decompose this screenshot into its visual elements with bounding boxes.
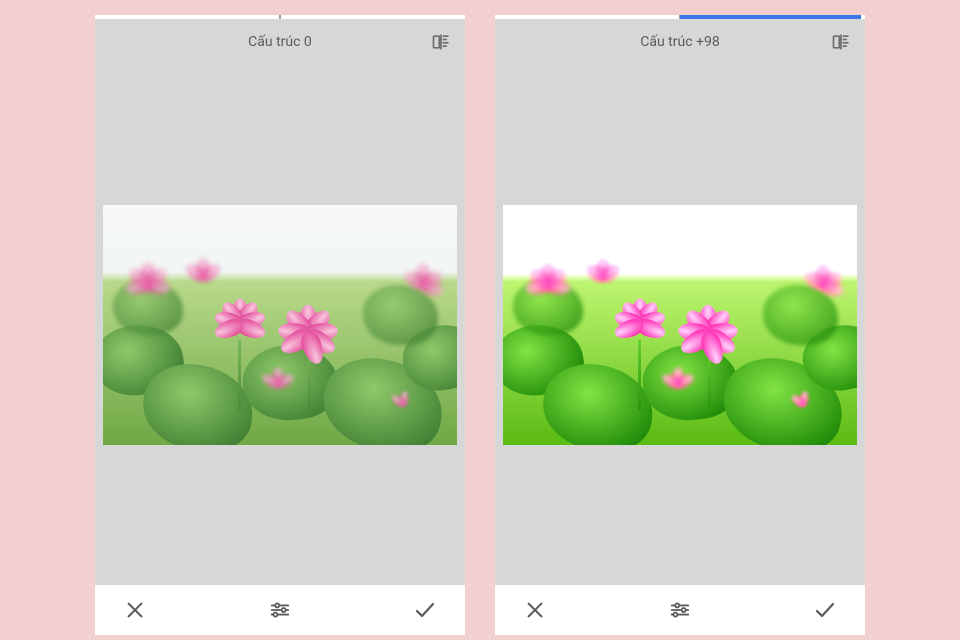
confirm-button[interactable]	[811, 596, 839, 624]
close-icon	[524, 599, 546, 621]
compare-icon	[831, 32, 851, 52]
parameter-label: Cấu trúc 0	[248, 34, 312, 50]
image-canvas[interactable]	[495, 65, 865, 585]
parameter-label: Cấu trúc +98	[640, 34, 719, 50]
editor-header: Cấu trúc 0	[95, 19, 465, 65]
adjust-button[interactable]	[666, 596, 694, 624]
editor-toolbar	[495, 585, 865, 635]
sliders-icon	[269, 599, 291, 621]
editor-toolbar	[95, 585, 465, 635]
editor-header: Cấu trúc +98	[495, 19, 865, 65]
cancel-button[interactable]	[121, 596, 149, 624]
cancel-button[interactable]	[521, 596, 549, 624]
compare-button[interactable]	[431, 32, 451, 52]
adjust-button[interactable]	[266, 596, 294, 624]
check-icon	[813, 598, 837, 622]
compare-icon	[431, 32, 451, 52]
sliders-icon	[669, 599, 691, 621]
confirm-button[interactable]	[411, 596, 439, 624]
image-canvas[interactable]	[95, 65, 465, 585]
edited-photo	[103, 205, 457, 445]
editor-panel-right: Cấu trúc +98	[495, 15, 865, 635]
editor-panel-left: Cấu trúc 0	[95, 15, 465, 635]
edited-photo	[503, 205, 857, 445]
close-icon	[124, 599, 146, 621]
compare-button[interactable]	[831, 32, 851, 52]
check-icon	[413, 598, 437, 622]
